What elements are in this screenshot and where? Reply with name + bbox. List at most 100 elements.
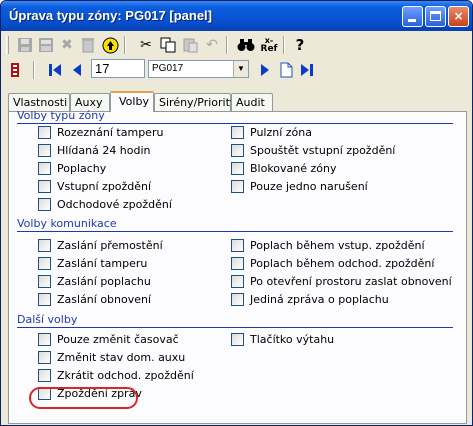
option-checkbox[interactable]: Změnit stav dom. auxu <box>38 351 185 364</box>
delete-icon[interactable]: ✖ <box>57 35 77 55</box>
checkbox-label: Odchodové zpoždění <box>57 198 172 211</box>
new-document-icon[interactable] <box>276 60 296 80</box>
record-select[interactable]: PG017 ▼ <box>148 60 249 78</box>
record-select-value: PG017 <box>152 63 184 74</box>
checkbox-box[interactable] <box>38 162 51 175</box>
checkbox-label: Blokované zóny <box>250 162 337 175</box>
option-checkbox[interactable]: Zaslání obnovení <box>38 293 151 306</box>
option-checkbox[interactable]: Tlačítko výtahu <box>231 333 334 346</box>
checkbox-box[interactable] <box>38 198 51 211</box>
checkbox-box[interactable] <box>38 293 51 306</box>
last-record-icon[interactable] <box>297 60 317 80</box>
option-checkbox[interactable]: Odchodové zpoždění <box>38 198 172 211</box>
option-checkbox[interactable]: Poplach během vstup. zpoždění <box>231 239 425 252</box>
checkbox-box[interactable] <box>38 126 51 139</box>
checkbox-box[interactable] <box>38 180 51 193</box>
checkbox-label: Poplachy <box>57 162 107 175</box>
group-title-zone-type: Volby typu zóny <box>17 109 105 122</box>
option-checkbox[interactable]: Poplachy <box>38 162 106 175</box>
minimize-icon <box>408 19 416 22</box>
option-checkbox[interactable]: Pouze změnit časovač <box>38 333 179 346</box>
maximize-button[interactable] <box>425 6 446 27</box>
checkbox-box[interactable] <box>231 162 244 175</box>
title-bar[interactable]: Úprava typu zóny: PG017 [panel] × <box>1 1 472 31</box>
save-icon[interactable] <box>15 35 35 55</box>
checkbox-label: Vstupní zpoždění <box>57 180 152 193</box>
checkbox-box[interactable] <box>38 275 51 288</box>
paste-icon[interactable] <box>180 35 200 55</box>
highlight-ring <box>29 387 138 409</box>
option-checkbox[interactable]: Rozeznání tamperu <box>38 126 163 139</box>
checkbox-label: Poplach během vstup. zpoždění <box>250 239 425 252</box>
checkbox-box[interactable] <box>231 275 244 288</box>
tab-sireny-priority[interactable]: Sirény/Priority <box>154 93 236 111</box>
up-circle-icon[interactable] <box>100 35 120 55</box>
close-button[interactable]: × <box>448 6 469 27</box>
option-checkbox[interactable]: Hlídaná 24 hodin <box>38 144 151 157</box>
toolbar-separator <box>33 61 35 79</box>
option-checkbox[interactable]: Zaslání přemostění <box>38 239 163 252</box>
cut-icon[interactable]: ✂ <box>136 35 156 55</box>
checkbox-box[interactable] <box>38 351 51 364</box>
option-checkbox[interactable]: Spouštět vstupní zpoždění <box>231 144 395 157</box>
checkbox-label: Zkrátit odchod. zpoždění <box>57 369 194 382</box>
checkbox-box[interactable] <box>231 144 244 157</box>
binoculars-icon[interactable] <box>236 35 256 55</box>
next-record-icon[interactable] <box>255 60 275 80</box>
group-title-other: Další volby <box>17 313 78 326</box>
option-checkbox[interactable]: Pouze jedno narušení <box>231 180 368 193</box>
ref-label: Ref <box>260 44 278 54</box>
checkbox-box[interactable] <box>231 126 244 139</box>
option-checkbox[interactable]: Po otevření prostoru zaslat obnovení <box>231 275 452 288</box>
replace-ref-icon[interactable]: x- Ref <box>259 35 279 55</box>
option-checkbox[interactable]: Blokované zóny <box>231 162 337 175</box>
toolbar-grip[interactable] <box>6 36 9 54</box>
option-checkbox[interactable]: Pulzní zóna <box>231 126 312 139</box>
chevron-down-icon[interactable]: ▼ <box>233 61 248 77</box>
first-record-icon[interactable] <box>45 60 65 80</box>
checkbox-box[interactable] <box>231 180 244 193</box>
option-checkbox[interactable]: Jediná zpráva o poplachu <box>231 293 389 306</box>
previous-record-icon[interactable] <box>67 60 87 80</box>
toolbar-separator <box>124 36 126 54</box>
checkbox-label: Změnit stav dom. auxu <box>57 351 186 364</box>
undo-icon[interactable]: ↶ <box>202 35 222 55</box>
toolbar-navigation: 17 PG017 ▼ <box>3 58 470 82</box>
checkbox-label: Po otevření prostoru zaslat obnovení <box>250 275 452 288</box>
tab-audit[interactable]: Audit <box>231 93 273 111</box>
checkbox-label: Zaslání přemostění <box>57 239 163 252</box>
checkbox-box[interactable] <box>231 257 244 270</box>
checkbox-label: Pouze změnit časovač <box>57 333 179 346</box>
window-title: Úprava typu zóny: PG017 [panel] <box>9 8 212 23</box>
option-checkbox[interactable]: Zaslání tamperu <box>38 257 147 270</box>
checkbox-box[interactable] <box>231 239 244 252</box>
checkbox-box[interactable] <box>38 257 51 270</box>
checkbox-label: Hlídaná 24 hodin <box>57 144 151 157</box>
option-checkbox[interactable]: Vstupní zpoždění <box>38 180 151 193</box>
record-grip-icon <box>5 60 25 80</box>
tab-volby[interactable]: Volby <box>110 91 154 112</box>
option-checkbox[interactable]: Poplach během odchod. zpoždění <box>231 257 434 270</box>
option-checkbox[interactable]: Zkrátit odchod. zpoždění <box>38 369 194 382</box>
checkbox-label: Pulzní zóna <box>250 126 312 139</box>
trash-icon[interactable] <box>78 35 98 55</box>
window: Úprava typu zóny: PG017 [panel] × ✖ ✂ ↶ <box>0 0 473 426</box>
close-icon: × <box>453 9 464 23</box>
checkbox-box[interactable] <box>38 333 51 346</box>
minimize-button[interactable] <box>402 6 423 27</box>
checkbox-label: Zaslání poplachu <box>57 275 151 288</box>
checkbox-box[interactable] <box>231 293 244 306</box>
checkbox-box[interactable] <box>38 369 51 382</box>
checkbox-box[interactable] <box>231 333 244 346</box>
option-checkbox[interactable]: Zaslání poplachu <box>38 275 151 288</box>
help-icon[interactable]: ? <box>290 35 310 55</box>
save-all-icon[interactable] <box>36 35 56 55</box>
checkbox-label: Pouze jedno narušení <box>250 180 368 193</box>
copy-icon[interactable] <box>158 35 178 55</box>
checkbox-label: Zaslání obnovení <box>57 293 152 306</box>
record-number-input[interactable]: 17 <box>91 59 145 78</box>
group-divider <box>17 327 453 328</box>
checkbox-box[interactable] <box>38 144 51 157</box>
checkbox-box[interactable] <box>38 239 51 252</box>
toolbar-separator <box>283 36 285 54</box>
